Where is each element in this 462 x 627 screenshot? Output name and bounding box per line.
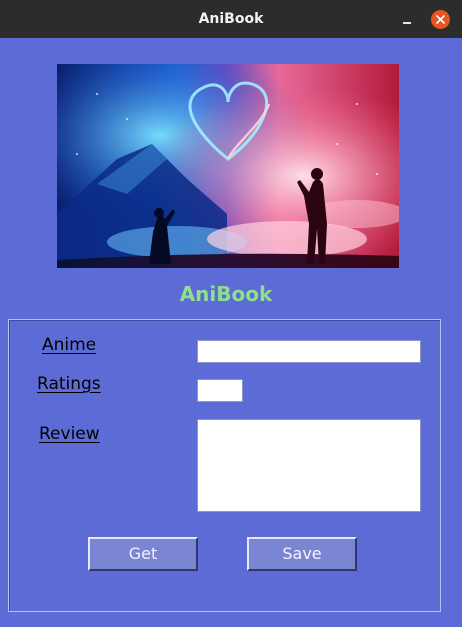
title-bar[interactable]: AniBook <box>0 0 462 38</box>
ratings-field[interactable] <box>197 379 243 402</box>
window-title: AniBook <box>198 11 264 27</box>
review-field[interactable] <box>197 419 421 512</box>
app-heading: AniBook <box>179 282 273 306</box>
save-button[interactable]: Save <box>247 537 357 571</box>
anime-input[interactable] <box>198 342 420 363</box>
anime-banner-image <box>57 64 399 268</box>
anime-label: Anime <box>42 335 97 355</box>
close-button[interactable] <box>431 10 450 29</box>
ratings-input[interactable] <box>198 381 242 402</box>
minimize-button[interactable] <box>396 10 416 28</box>
anime-field[interactable] <box>197 340 421 363</box>
close-icon <box>436 15 445 24</box>
get-button[interactable]: Get <box>88 537 198 571</box>
review-label: Review <box>39 424 100 444</box>
app-window: AniBook AniBook Anime Ratings Review Get… <box>0 0 462 627</box>
ratings-label: Ratings <box>37 374 101 394</box>
review-textarea[interactable] <box>198 420 420 511</box>
